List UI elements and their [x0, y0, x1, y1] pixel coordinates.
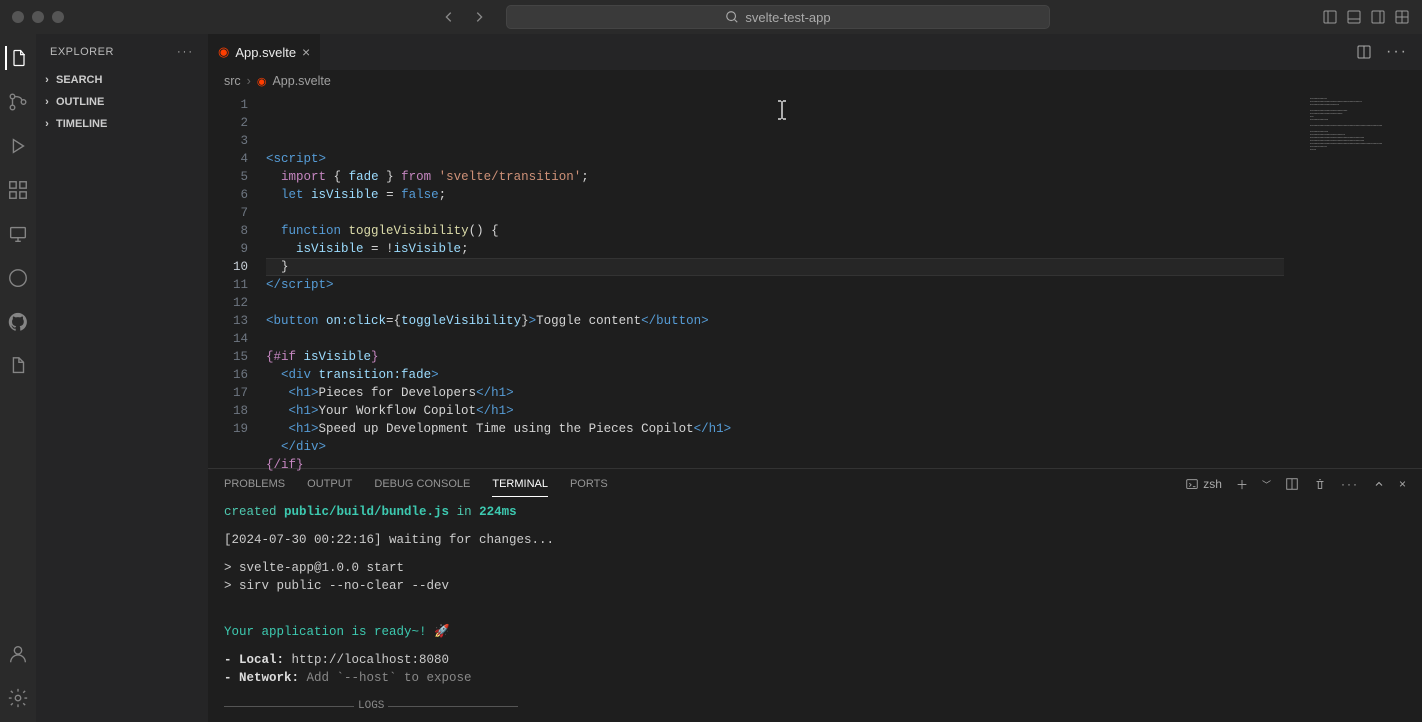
toggle-primary-sidebar-icon[interactable] — [1322, 9, 1338, 25]
editor-more-icon[interactable]: ··· — [1386, 43, 1408, 61]
chevron-right-icon: › — [40, 118, 54, 130]
search-icon — [725, 10, 739, 24]
split-editor-icon[interactable] — [1356, 44, 1372, 60]
kill-terminal-icon[interactable] — [1313, 477, 1327, 491]
breadcrumb-item[interactable]: App.svelte — [272, 74, 330, 88]
pieces-view-icon[interactable] — [6, 266, 30, 290]
svelte-file-icon: ◉ — [257, 75, 267, 88]
search-text: svelte-test-app — [745, 10, 830, 25]
chevron-right-icon: › — [40, 96, 54, 108]
editor-body[interactable]: 12345678910111213141516171819 <script> i… — [208, 92, 1422, 468]
customize-layout-icon[interactable] — [1394, 9, 1410, 25]
toggle-secondary-sidebar-icon[interactable] — [1370, 9, 1386, 25]
layout-controls — [1322, 9, 1410, 25]
panel-more-icon[interactable]: ··· — [1341, 477, 1359, 491]
explorer-view-icon[interactable] — [5, 46, 29, 70]
sidebar-section-search[interactable]: › SEARCH — [36, 69, 208, 91]
term-text: Your application is ready~! 🚀 — [224, 625, 450, 639]
term-text: - Local: — [224, 653, 284, 667]
term-text: - Network: — [224, 671, 299, 685]
nav-forward-icon[interactable] — [472, 10, 486, 24]
window-controls — [12, 11, 64, 23]
logs-divider: LOGS — [224, 697, 1406, 715]
remote-explorer-view-icon[interactable] — [6, 222, 30, 246]
section-label: TIMELINE — [56, 118, 107, 130]
logs-label: LOGS — [358, 697, 384, 715]
sidebar-section-timeline[interactable]: › TIMELINE — [36, 113, 208, 135]
activity-bar — [0, 34, 36, 722]
term-text: Add `--host` to expose — [307, 671, 472, 685]
zoom-window-icon[interactable] — [52, 11, 64, 23]
explorer-sidebar: EXPLORER ··· › SEARCH › OUTLINE › TIMELI… — [36, 34, 208, 722]
nav-back-icon[interactable] — [442, 10, 456, 24]
source-control-view-icon[interactable] — [6, 90, 30, 114]
section-label: OUTLINE — [56, 96, 104, 108]
chevron-right-icon: › — [40, 74, 54, 86]
github-view-icon[interactable] — [6, 310, 30, 334]
files-view-icon[interactable] — [6, 354, 30, 378]
term-text: http://localhost:8080 — [292, 653, 450, 667]
close-panel-icon[interactable]: × — [1399, 477, 1406, 491]
breadcrumb-item[interactable]: src — [224, 74, 241, 88]
term-text: created — [224, 505, 277, 519]
term-text: > svelte-app@1.0.0 start — [224, 559, 1406, 577]
term-text: in — [457, 505, 472, 519]
section-label: SEARCH — [56, 74, 102, 86]
accounts-icon[interactable] — [6, 642, 30, 666]
term-text: > sirv public --no-clear --dev — [224, 577, 1406, 595]
term-text: public/build/bundle.js — [284, 505, 449, 519]
terminal-content[interactable]: created public/build/bundle.js in 224ms … — [208, 499, 1422, 722]
command-center-search[interactable]: svelte-test-app — [506, 5, 1050, 29]
sidebar-header: EXPLORER ··· — [36, 34, 208, 69]
term-text: [2024-07-30 00:22:16] waiting for change… — [224, 531, 1406, 549]
line-number-gutter: 12345678910111213141516171819 — [208, 92, 266, 468]
term-text: 224ms — [479, 505, 517, 519]
settings-gear-icon[interactable] — [6, 686, 30, 710]
editor-group: ◉ App.svelte × ··· src › ◉ App.svelte 12… — [208, 34, 1422, 722]
extensions-view-icon[interactable] — [6, 178, 30, 202]
tab-filename: App.svelte — [235, 45, 296, 60]
tab-close-icon[interactable]: × — [302, 44, 310, 60]
nav-arrows — [442, 10, 486, 24]
sidebar-section-outline[interactable]: › OUTLINE — [36, 91, 208, 113]
breadcrumbs[interactable]: src › ◉ App.svelte — [208, 70, 1422, 92]
tab-app-svelte[interactable]: ◉ App.svelte × — [208, 34, 321, 70]
minimap[interactable]: ▪▪▪▪▪▪▪▪▪▪▪▪▪▪ ▪▪▪▪▪▪▪▪▪▪▪▪▪▪▪▪▪▪▪▪▪▪▪▪▪… — [1302, 92, 1422, 468]
sidebar-title: EXPLORER — [50, 46, 114, 58]
chevron-right-icon: › — [247, 74, 251, 88]
titlebar: svelte-test-app — [0, 0, 1422, 34]
tab-bar: ◉ App.svelte × ··· — [208, 34, 1422, 70]
close-window-icon[interactable] — [12, 11, 24, 23]
svelte-file-icon: ◉ — [218, 44, 229, 60]
sidebar-more-icon[interactable]: ··· — [177, 46, 194, 58]
toggle-panel-icon[interactable] — [1346, 9, 1362, 25]
maximize-panel-icon[interactable] — [1373, 478, 1385, 490]
minimize-window-icon[interactable] — [32, 11, 44, 23]
bottom-panel: PROBLEMS OUTPUT DEBUG CONSOLE TERMINAL P… — [208, 468, 1422, 722]
run-debug-view-icon[interactable] — [6, 134, 30, 158]
code-content[interactable]: <script> import { fade } from 'svelte/tr… — [266, 92, 1302, 468]
